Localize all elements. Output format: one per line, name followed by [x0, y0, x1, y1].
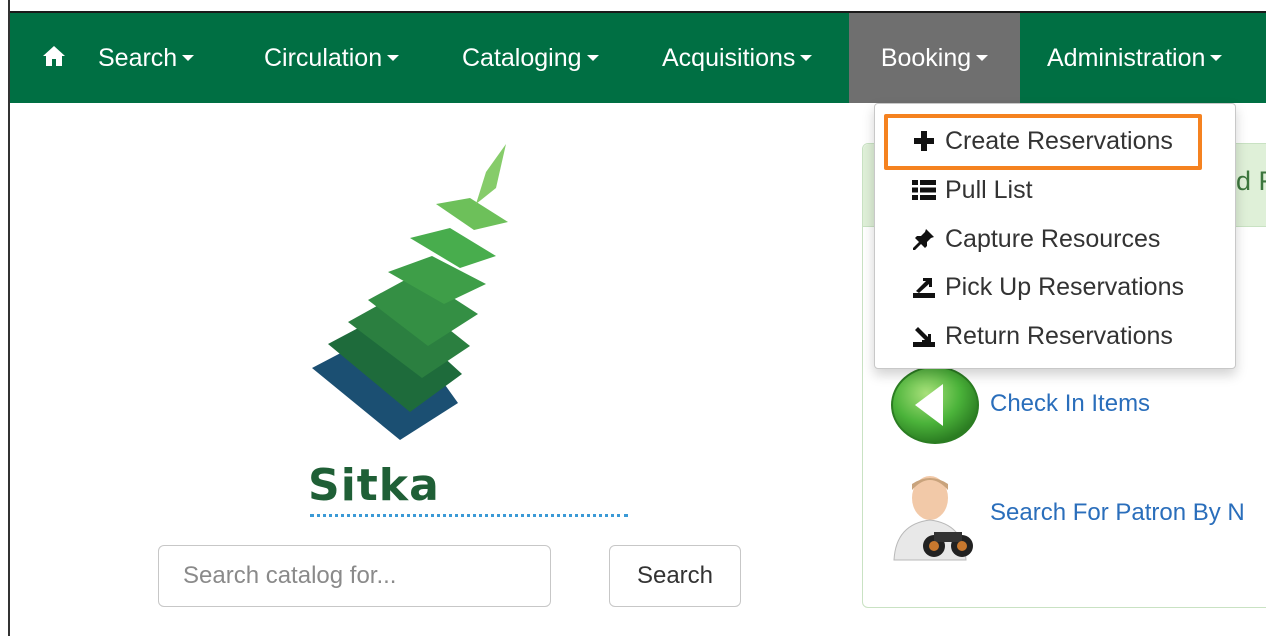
patron-binoculars-icon [890, 472, 984, 567]
logo-wordmark: Sitka [308, 460, 440, 511]
nav-circulation-menu[interactable]: Circulation [264, 13, 462, 103]
nav-circulation-label: Circulation [264, 43, 383, 72]
caret-down-icon [800, 55, 813, 61]
menu-item-label: Return Reservations [945, 321, 1173, 350]
pushpin-icon [911, 226, 937, 252]
catalog-search-button[interactable]: Search [609, 545, 741, 607]
home-icon [41, 44, 67, 73]
return-icon [911, 323, 937, 349]
patron-search-link[interactable]: Search For Patron By N [990, 499, 1245, 527]
caret-down-icon [182, 55, 195, 61]
nav-search-label: Search [98, 43, 178, 72]
window-edge [0, 0, 10, 636]
logo-dotted-underline [310, 514, 628, 517]
menu-item-label: Capture Resources [945, 224, 1161, 253]
menu-item-pull-list[interactable]: Pull List [911, 170, 1033, 210]
menu-item-label: Pull List [945, 175, 1033, 204]
main-navbar: Search Circulation Cataloging Acquisitio… [10, 11, 1266, 103]
nav-cataloging-label: Cataloging [462, 43, 582, 72]
caret-down-icon [1210, 55, 1223, 61]
menu-item-capture-resources[interactable]: Capture Resources [911, 219, 1160, 259]
nav-acquisitions-menu[interactable]: Acquisitions [662, 13, 849, 103]
nav-booking-menu[interactable]: Booking [849, 13, 1020, 103]
sitka-logo-graphic [300, 140, 520, 455]
green-back-arrow-icon [891, 366, 981, 451]
nav-cataloging-menu[interactable]: Cataloging [462, 13, 662, 103]
pickup-icon [911, 274, 937, 300]
nav-administration-label: Administration [1047, 43, 1206, 72]
highlight-annotation-box [884, 114, 1202, 170]
list-icon [911, 177, 937, 203]
nav-administration-menu[interactable]: Administration [1020, 13, 1223, 103]
panel-header-text: d F [1236, 166, 1266, 196]
caret-down-icon [976, 55, 989, 61]
nav-search-menu[interactable]: Search [98, 13, 264, 103]
home-button[interactable] [10, 13, 98, 103]
caret-down-icon [387, 55, 400, 61]
nav-acquisitions-label: Acquisitions [662, 43, 796, 72]
menu-item-pick-up-reservations[interactable]: Pick Up Reservations [911, 267, 1184, 307]
check-in-items-link[interactable]: Check In Items [990, 390, 1150, 418]
caret-down-icon [586, 55, 599, 61]
menu-item-label: Pick Up Reservations [945, 272, 1184, 301]
catalog-search-input[interactable] [158, 545, 551, 607]
menu-item-return-reservations[interactable]: Return Reservations [911, 316, 1173, 356]
nav-booking-label: Booking [880, 43, 972, 72]
